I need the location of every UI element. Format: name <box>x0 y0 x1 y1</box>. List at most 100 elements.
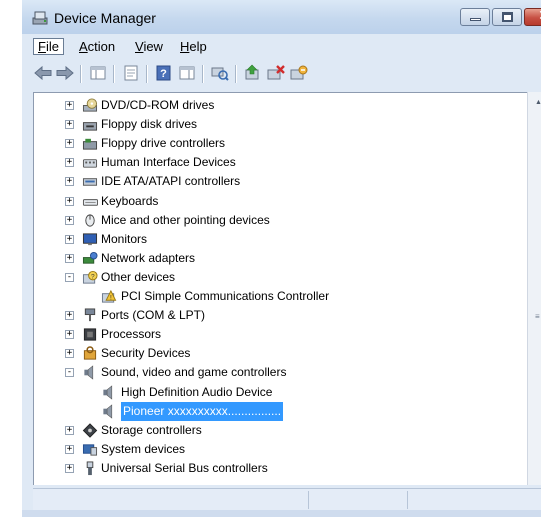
status-cell-2 <box>309 491 408 509</box>
expand-icon[interactable]: + <box>65 425 74 435</box>
minimize-icon <box>470 18 481 21</box>
expand-icon[interactable]: + <box>65 177 74 187</box>
tree-item[interactable]: + Network adapters <box>34 249 524 268</box>
scroll-thumb-grip-icon[interactable]: ≡ <box>535 312 540 321</box>
menu-action[interactable]: Action <box>75 38 119 55</box>
port-icon <box>84 308 96 322</box>
vertical-scrollbar[interactable] <box>527 92 541 485</box>
tree-item[interactable]: + Security Devices <box>34 344 524 363</box>
expand-icon[interactable]: + <box>65 349 74 359</box>
tree-item-label: Floppy drive controllers <box>101 136 226 151</box>
maximize-button[interactable] <box>492 8 522 26</box>
tree-item-label: Mice and other pointing devices <box>101 212 270 227</box>
window-title: Device Manager <box>54 10 156 26</box>
tree-item-label: Storage controllers <box>101 422 202 437</box>
menu-help[interactable]: Help <box>176 38 211 55</box>
processor-icon <box>83 328 97 341</box>
tree-item-label: Monitors <box>101 231 148 246</box>
tree-item[interactable]: + System devices <box>34 440 524 459</box>
status-bar <box>33 488 541 511</box>
tree-item-label: Ports (COM & LPT) <box>101 308 206 323</box>
help-icon[interactable]: ? <box>154 64 174 82</box>
expand-icon[interactable]: + <box>65 196 74 206</box>
tree-item[interactable]: + Human Interface Devices <box>34 153 524 172</box>
expand-icon[interactable]: + <box>65 330 74 340</box>
menu-view[interactable]: View <box>131 38 167 55</box>
tree-item[interactable]: + Universal Serial Bus controllers <box>34 459 524 478</box>
collapse-icon[interactable]: - <box>65 272 74 282</box>
tree-item[interactable]: ! PCI Simple Communications Controller <box>34 287 524 306</box>
menu-action-accelerator: A <box>79 39 88 54</box>
scroll-up-arrow-icon[interactable]: ▲ <box>535 99 541 106</box>
tree-item[interactable]: + Mice and other pointing devices <box>34 211 524 230</box>
expand-icon[interactable]: + <box>65 215 74 225</box>
storage-controller-icon <box>82 422 98 438</box>
title-bar[interactable]: Device Manager ✕ <box>22 0 541 34</box>
expand-icon[interactable]: + <box>65 158 74 168</box>
expand-icon[interactable]: + <box>65 444 74 454</box>
system-device-icon <box>82 444 98 456</box>
tree-item[interactable]: + IDE ATA/ATAPI controllers <box>34 172 524 191</box>
tree-item[interactable]: High Definition Audio Device <box>34 383 524 402</box>
collapse-icon[interactable]: - <box>65 368 74 378</box>
unknown-device-icon: ? <box>82 270 98 284</box>
network-adapter-icon <box>82 251 98 264</box>
tree-item[interactable]: + Monitors <box>34 230 524 249</box>
tree-item-label: Sound, video and game controllers <box>101 365 287 380</box>
menu-file[interactable]: File <box>33 38 64 55</box>
update-driver-icon[interactable] <box>243 64 263 82</box>
toolbar-separator <box>113 65 115 83</box>
expand-icon[interactable]: + <box>65 253 74 263</box>
speaker-icon <box>103 384 113 400</box>
warning-device-icon: ! <box>101 289 117 303</box>
tree-item[interactable]: + Floppy drive controllers <box>34 134 524 153</box>
scan-hardware-icon[interactable] <box>210 64 230 82</box>
back-arrow-icon[interactable] <box>33 64 53 82</box>
tree-item-label: System devices <box>101 441 186 456</box>
tree-item[interactable]: Pioneer xxxxxxxxxx................ <box>34 400 524 422</box>
action-pane-icon[interactable] <box>177 64 197 82</box>
menu-file-accelerator: F <box>38 39 46 54</box>
minimize-button[interactable] <box>460 8 490 26</box>
security-device-icon <box>83 346 97 360</box>
tree-item-label: Processors <box>101 327 162 342</box>
tree-item-label: IDE ATA/ATAPI controllers <box>101 174 241 189</box>
expand-icon[interactable]: + <box>65 120 74 130</box>
tree-item-label: Other devices <box>101 269 176 284</box>
menu-bar: File Action View Help <box>33 36 541 58</box>
tree-item-label: High Definition Audio Device <box>121 384 273 399</box>
expand-icon[interactable]: + <box>65 101 74 110</box>
tree-item[interactable]: + Processors <box>34 325 524 344</box>
tree-item[interactable]: + DVD/CD-ROM drives <box>34 96 524 115</box>
speaker-icon <box>84 365 94 381</box>
expand-icon[interactable]: + <box>65 234 74 244</box>
svg-text:!: ! <box>110 294 112 301</box>
show-hide-console-tree-icon[interactable] <box>88 64 108 82</box>
tree-item-label: DVD/CD-ROM drives <box>101 98 215 112</box>
window-left-margin <box>0 0 22 517</box>
mouse-icon <box>85 214 95 227</box>
tree-item[interactable]: - Sound, video and game controllers <box>34 363 524 382</box>
menu-help-accelerator: H <box>180 39 190 54</box>
tree-item[interactable]: + Ports (COM & LPT) <box>34 306 524 325</box>
properties-icon[interactable] <box>121 64 141 82</box>
monitor-icon <box>82 233 98 245</box>
toolbar-separator <box>235 65 237 83</box>
expand-icon[interactable]: + <box>65 139 74 149</box>
close-button[interactable]: ✕ <box>524 8 541 26</box>
keyboard-icon <box>82 198 98 206</box>
tree-item[interactable]: + Keyboards <box>34 192 524 211</box>
device-tree[interactable]: + DVD/CD-ROM drives + Floppy disk drives + Fl… <box>33 92 541 485</box>
speaker-icon <box>103 403 113 419</box>
expand-icon[interactable]: + <box>65 463 74 473</box>
tree-item[interactable]: -? Other devices <box>34 268 524 287</box>
tree-item-label: Pioneer xxxxxxxxxx................ <box>119 400 285 422</box>
toolbar: ? <box>33 60 541 90</box>
tree-item[interactable]: + Storage controllers <box>34 421 524 440</box>
disable-device-icon[interactable] <box>289 64 309 82</box>
forward-arrow-icon[interactable] <box>55 64 75 82</box>
uninstall-icon[interactable] <box>266 64 286 82</box>
expand-icon[interactable]: + <box>65 311 74 321</box>
tree-item[interactable]: + Floppy disk drives <box>34 115 524 134</box>
svg-text:?: ? <box>160 68 167 80</box>
